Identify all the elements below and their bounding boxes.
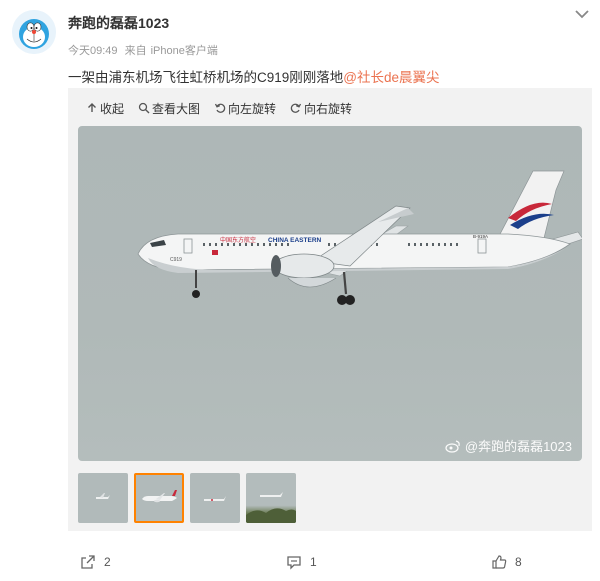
share-count: 2 — [104, 555, 111, 569]
thumbs-up-icon — [492, 555, 507, 569]
media-viewer: 收起 查看大图 向左旋转 向右旋转 中国东方航空 CHINA EASTERN B… — [68, 88, 592, 531]
image-watermark: @奔跑的磊磊1023 — [445, 436, 572, 455]
chevron-down-icon[interactable] — [574, 8, 590, 20]
weibo-logo-icon — [445, 439, 460, 453]
rotate-right-icon — [290, 103, 302, 113]
post-body: 一架由浦东机场飞往虹桥机场的C919刚刚落地 — [68, 70, 344, 85]
thumbnail-2[interactable] — [134, 473, 184, 523]
post-photo[interactable]: 中国东方航空 CHINA EASTERN B-919A C919 @奔跑的磊磊1… — [78, 126, 582, 461]
mention-link[interactable]: @社长de晨翼尖 — [343, 70, 439, 85]
comment-count: 1 — [310, 555, 317, 569]
rotate-right-label: 向右旋转 — [304, 101, 353, 116]
comment-button[interactable]: 1 — [286, 554, 317, 570]
post-footer: 2 1 8 — [0, 546, 600, 581]
view-large-button[interactable]: 查看大图 — [138, 100, 200, 117]
post-source: iPhone客户端 — [150, 45, 218, 57]
share-button[interactable]: 2 — [80, 554, 111, 570]
model-text: C919 — [170, 257, 182, 263]
author-name[interactable]: 奔跑的磊磊1023 — [68, 13, 169, 33]
c919-airplane-image: 中国东方航空 CHINA EASTERN B-919A C919 — [137, 170, 582, 305]
doraemon-avatar-icon — [12, 10, 56, 54]
avatar[interactable] — [12, 10, 56, 54]
view-large-label: 查看大图 — [152, 101, 201, 116]
share-icon — [81, 555, 95, 569]
thumbnail-3[interactable] — [190, 473, 240, 523]
rotate-left-icon — [214, 103, 226, 113]
registration-text: B-919A — [473, 234, 488, 239]
post-time[interactable]: 今天09:49 — [68, 45, 118, 57]
livery-en-text: CHINA EASTERN — [268, 237, 322, 244]
post-source-prefix: 来自 — [124, 45, 147, 57]
thumbnail-airplane-image — [246, 492, 296, 523]
thumbnail-1[interactable] — [78, 473, 128, 523]
thumbnail-airplane-image — [204, 496, 226, 501]
arrow-up-icon — [88, 103, 96, 112]
rotate-left-label: 向左旋转 — [228, 101, 277, 116]
like-button[interactable]: 8 — [491, 554, 522, 570]
media-toolbar: 收起 查看大图 向左旋转 向右旋转 — [68, 88, 366, 128]
thumbnail-airplane-image — [96, 493, 110, 499]
like-count: 8 — [515, 555, 522, 569]
magnifier-icon — [138, 102, 150, 114]
thumbnail-strip — [78, 473, 296, 523]
thumbnail-airplane-image — [142, 490, 177, 503]
post-text: 一架由浦东机场飞往虹桥机场的C919刚刚落地@社长de晨翼尖 — [68, 66, 440, 86]
watermark-text: @奔跑的磊磊1023 — [464, 439, 572, 454]
collapse-label: 收起 — [100, 101, 125, 116]
livery-cn-text: 中国东方航空 — [220, 236, 256, 244]
comment-icon — [287, 556, 301, 570]
post-meta: 今天09:49 来自 iPhone客户端 — [68, 42, 222, 58]
rotate-right-button[interactable]: 向右旋转 — [290, 100, 352, 117]
rotate-left-button[interactable]: 向左旋转 — [214, 100, 276, 117]
thumbnail-4[interactable] — [246, 473, 296, 523]
collapse-button[interactable]: 收起 — [86, 100, 124, 117]
